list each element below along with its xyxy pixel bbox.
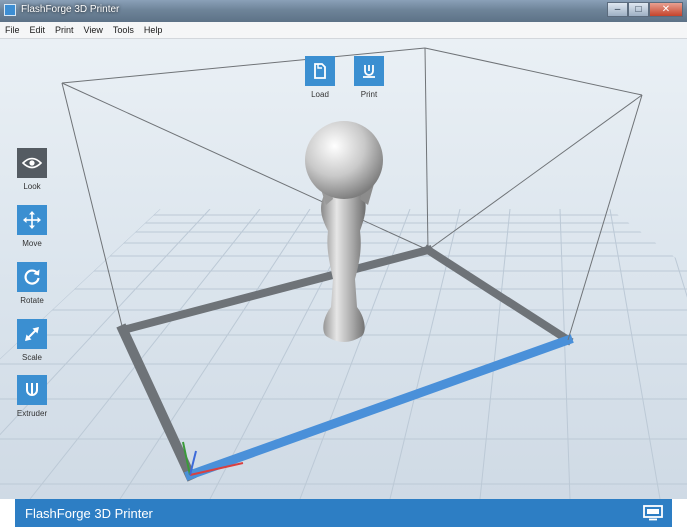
extruder-button[interactable]	[17, 375, 47, 405]
move-tool[interactable]: Move	[12, 205, 52, 248]
maximize-button[interactable]: □	[628, 2, 649, 17]
3d-viewport[interactable]: Load Print Look Move Rotate Scale Extrud…	[0, 39, 687, 499]
look-tool[interactable]: Look	[12, 148, 52, 191]
load-button[interactable]	[305, 56, 335, 86]
rotate-label: Rotate	[20, 296, 44, 305]
menu-edit[interactable]: Edit	[25, 25, 51, 35]
print-icon	[363, 65, 375, 78]
platform-front-edge	[184, 334, 574, 481]
rotate-icon	[24, 269, 40, 285]
app-icon	[4, 4, 16, 16]
build-volume-scene	[0, 47, 687, 499]
minimize-button[interactable]: –	[607, 2, 628, 17]
menu-print[interactable]: Print	[50, 25, 79, 35]
scale-button[interactable]	[17, 319, 47, 349]
extruder-tool[interactable]: Extruder	[12, 375, 52, 418]
window-title: FlashForge 3D Printer	[21, 4, 120, 15]
rotate-button[interactable]	[17, 262, 47, 292]
extruder-icon	[26, 383, 38, 396]
menu-file[interactable]: File	[0, 25, 25, 35]
move-button[interactable]	[17, 205, 47, 235]
move-arrows-icon	[23, 211, 41, 229]
look-label: Look	[23, 182, 41, 191]
menu-help[interactable]: Help	[139, 25, 168, 35]
load-tool[interactable]: Load	[300, 56, 340, 99]
extruder-label: Extruder	[16, 409, 48, 418]
status-bar: FlashForge 3D Printer	[15, 499, 672, 527]
rotate-tool[interactable]: Rotate	[12, 262, 52, 305]
menu-tools[interactable]: Tools	[108, 25, 139, 35]
look-button[interactable]	[17, 148, 47, 178]
scale-label: Scale	[21, 353, 42, 362]
status-bar-title: FlashForge 3D Printer	[25, 506, 153, 521]
scale-tool[interactable]: Scale	[12, 319, 52, 362]
app-window: FlashForge 3D Printer – □ ✕ File Edit Pr…	[0, 0, 687, 527]
eye-icon	[22, 157, 42, 169]
menu-view[interactable]: View	[79, 25, 108, 35]
print-tool[interactable]: Print	[349, 56, 389, 99]
move-label: Move	[22, 239, 42, 248]
load-label: Load	[311, 90, 329, 99]
platform-left-edge	[116, 323, 197, 482]
scale-arrow-icon	[25, 327, 39, 341]
window-controls: – □ ✕	[607, 2, 683, 17]
print-button[interactable]	[354, 56, 384, 86]
menu-bar: File Edit Print View Tools Help	[0, 22, 687, 39]
print-label: Print	[360, 90, 378, 99]
close-button[interactable]: ✕	[649, 2, 683, 17]
load-file-icon	[314, 63, 326, 79]
title-bar: FlashForge 3D Printer – □ ✕	[0, 0, 687, 22]
printer-device-icon[interactable]	[643, 505, 663, 521]
